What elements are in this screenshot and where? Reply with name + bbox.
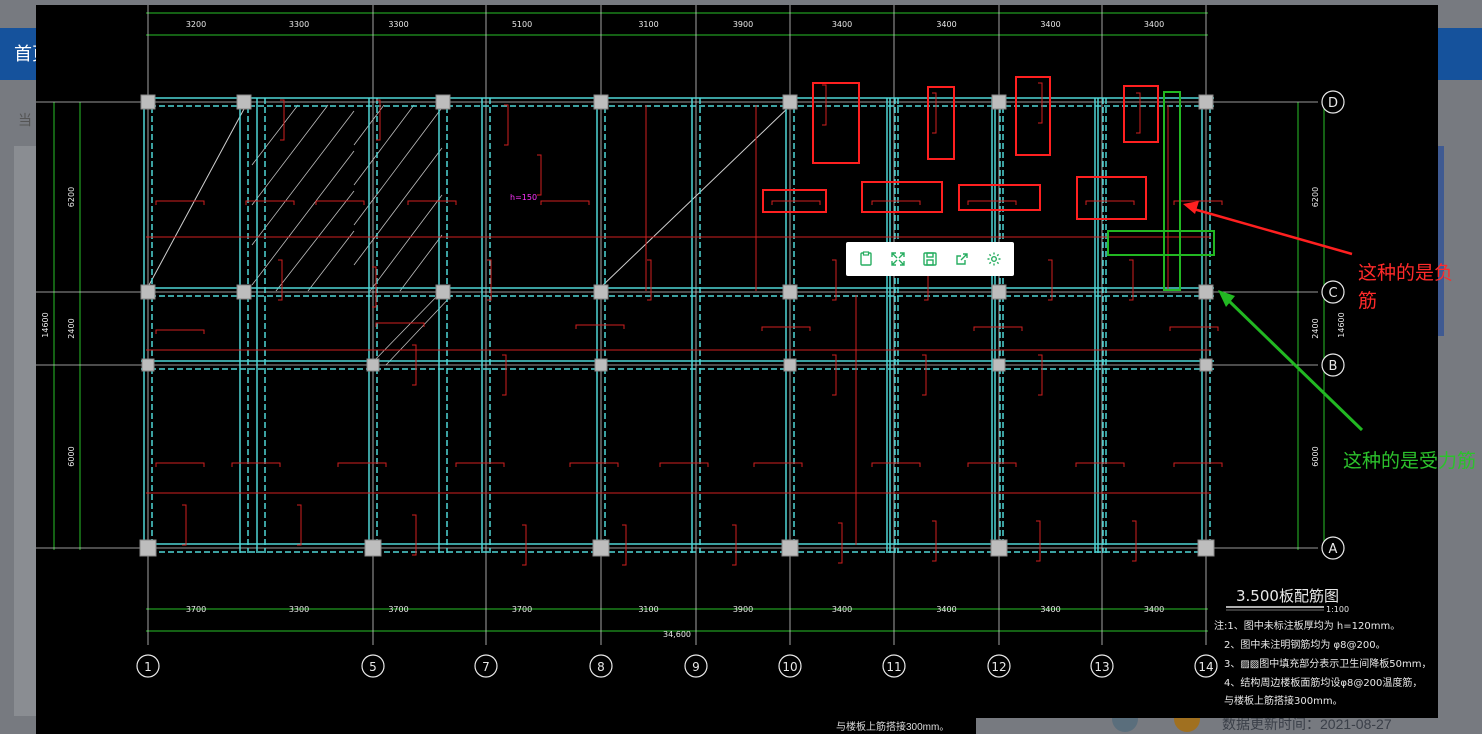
main-rebar-note: 这种的是受力筋 [1343,451,1477,472]
annotation-arrows [1183,201,1364,432]
negative-rebar-note: 这种的是负筋 [1358,263,1454,312]
green-arrow [1226,298,1364,432]
red-arrow-head [1183,201,1199,214]
red-arrow [1189,206,1353,256]
